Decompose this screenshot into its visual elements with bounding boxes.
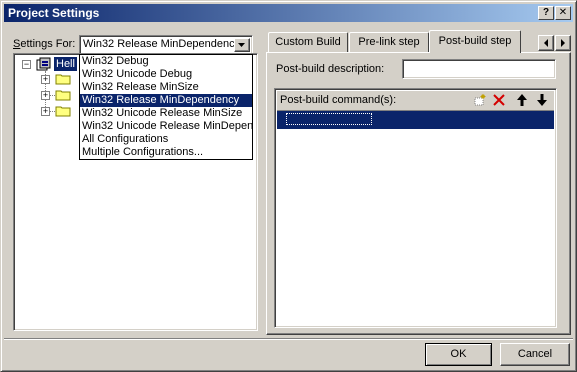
delete-icon[interactable] (492, 93, 506, 107)
tab-scroll-left-button[interactable] (538, 35, 554, 51)
cancel-button[interactable]: Cancel (500, 343, 570, 366)
combobox-dropdown-button[interactable] (234, 38, 250, 52)
separator (4, 338, 573, 340)
dropdown-option[interactable]: Win32 Unicode Debug (80, 68, 252, 81)
folder-icon (55, 74, 71, 85)
dropdown-option-selected[interactable]: Win32 Release MinDependency (80, 94, 252, 107)
project-workspace-icon (36, 57, 51, 71)
post-build-description-label: Post-build description: (276, 63, 385, 75)
tab-post-build-step[interactable]: Post-build step (429, 30, 521, 53)
settings-for-dropdown-list[interactable]: Win32 Debug Win32 Unicode Debug Win32 Re… (79, 54, 253, 160)
tree-collapse-toggle[interactable]: − (22, 60, 31, 69)
ok-button[interactable]: OK (425, 343, 492, 366)
dropdown-option[interactable]: Win32 Unicode Release MinSize (80, 107, 252, 120)
tab-page-post-build: Post-build description: Post-build comma… (266, 52, 571, 335)
settings-for-selected: Win32 Release MinDependency (83, 38, 235, 50)
chevron-down-icon (238, 43, 245, 47)
settings-for-combobox[interactable]: Win32 Release MinDependency (79, 35, 253, 55)
close-button[interactable]: ✕ (555, 6, 571, 20)
folder-icon (55, 106, 71, 117)
tab-scroll-right-button[interactable] (555, 35, 571, 51)
command-edit-field[interactable] (286, 113, 372, 125)
commands-list-header: Post-build command(s): (277, 91, 554, 111)
tree-expand-toggle[interactable]: + (41, 91, 50, 100)
chevron-left-icon (544, 39, 548, 47)
post-build-description-input[interactable] (402, 59, 556, 79)
new-item-icon[interactable] (473, 93, 487, 107)
arrow-up-icon[interactable] (515, 93, 529, 107)
help-button[interactable]: ? (538, 6, 554, 20)
chevron-right-icon (561, 39, 565, 47)
tree-expand-toggle[interactable]: + (41, 75, 50, 84)
tree-root-item[interactable]: Hell (54, 57, 77, 71)
window-title: Project Settings (8, 6, 100, 20)
dropdown-option[interactable]: Win32 Debug (80, 55, 252, 68)
dropdown-option[interactable]: Win32 Release MinSize (80, 81, 252, 94)
tab-custom-build[interactable]: Custom Build (268, 32, 348, 52)
dropdown-option[interactable]: All Configurations (80, 133, 252, 146)
command-row-selected[interactable] (277, 111, 554, 129)
arrow-down-icon[interactable] (535, 93, 549, 107)
settings-for-label: Settings For: (13, 38, 75, 50)
dropdown-option[interactable]: Multiple Configurations... (80, 146, 252, 159)
settings-for-label-text: ettings For: (20, 38, 76, 50)
title-bar[interactable]: Project Settings ? ✕ (4, 4, 573, 22)
tree-expand-toggle[interactable]: + (41, 107, 50, 116)
dropdown-option[interactable]: Win32 Unicode Release MinDependency (80, 120, 252, 133)
tab-pre-link-step[interactable]: Pre-link step (349, 32, 429, 52)
post-build-commands-label: Post-build command(s): (280, 94, 397, 106)
folder-icon (55, 90, 71, 101)
post-build-commands-list[interactable]: Post-build command(s): (274, 88, 557, 328)
project-settings-dialog: Project Settings ? ✕ Settings For: Win32… (0, 0, 577, 372)
